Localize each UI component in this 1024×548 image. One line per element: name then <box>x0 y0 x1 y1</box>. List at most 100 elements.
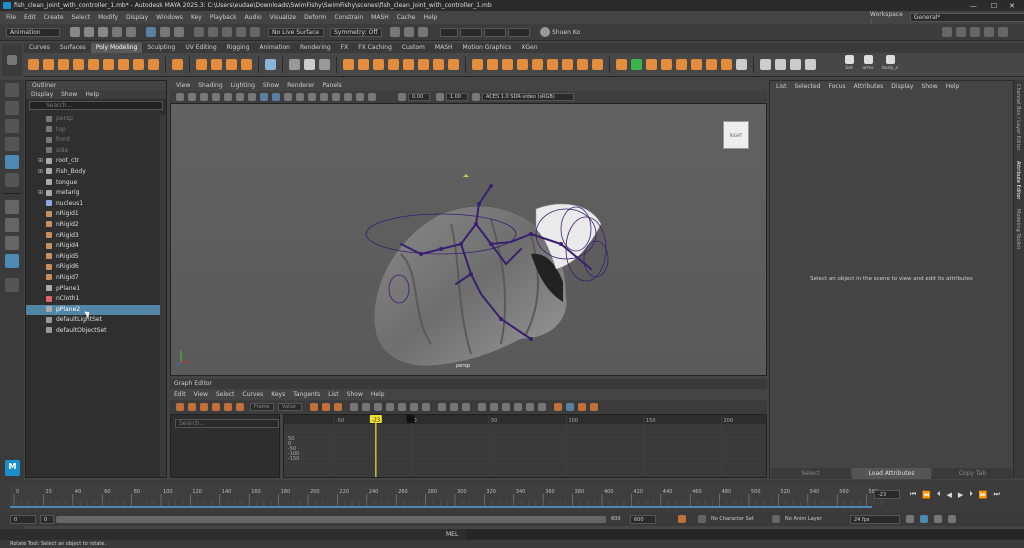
stacked-curves-icon[interactable] <box>566 403 574 411</box>
shelf-triangulate-icon[interactable] <box>592 59 603 70</box>
lasso-tool-icon[interactable] <box>5 101 19 115</box>
undo-icon[interactable] <box>112 27 122 37</box>
shelf-multi-cut-icon[interactable] <box>418 59 429 70</box>
shelf-fill-hole-icon[interactable] <box>388 59 399 70</box>
outliner-item-nrigid1[interactable]: nRigid1 <box>26 209 166 220</box>
time-editor-icon[interactable] <box>590 403 598 411</box>
shelf-boundary-icon[interactable] <box>676 59 687 70</box>
menu-mash[interactable]: MASH <box>371 14 389 21</box>
step-back-frame-icon[interactable]: ⏪ <box>922 491 931 499</box>
shelf-smooth-icon[interactable] <box>319 59 330 70</box>
shelf-crease-tool-icon[interactable] <box>790 59 801 70</box>
outliner-item-ncloth1[interactable]: nCloth1 <box>26 294 166 305</box>
menu-file[interactable]: File <box>6 14 16 21</box>
outliner-item-nrigid7[interactable]: nRigid7 <box>26 273 166 284</box>
shelf-mesh-tool-icon[interactable] <box>775 59 786 70</box>
shelf-uv-editor-icon[interactable] <box>265 59 276 70</box>
shelf-tab-custom[interactable]: Custom <box>397 43 430 53</box>
shelf-tab-motion-graphics[interactable]: Motion Graphics <box>458 43 517 53</box>
shelf-wedge-icon[interactable] <box>562 59 573 70</box>
graph-menu-view[interactable]: View <box>194 391 208 398</box>
user-avatar-icon[interactable] <box>540 27 550 37</box>
snap-point-icon[interactable] <box>222 27 232 37</box>
command-language[interactable]: MEL <box>446 531 458 538</box>
plateau-tangent-icon[interactable] <box>422 403 430 411</box>
outliner-item-side[interactable]: side <box>26 146 166 157</box>
outliner-item-nrigid5[interactable]: nRigid5 <box>26 252 166 263</box>
outliner-item-metarig[interactable]: ⊞ metarig <box>26 188 166 199</box>
shelf-arms-button[interactable]: arms <box>861 55 875 71</box>
image-plane-icon[interactable] <box>212 93 220 101</box>
outliner-item-fish_body[interactable]: ⊞ Fish_Body <box>26 167 166 178</box>
graph-menu-show[interactable]: Show <box>347 391 363 398</box>
smooth-shade-icon[interactable] <box>272 93 280 101</box>
exposure-field[interactable]: 0.00 <box>408 93 430 101</box>
minimize-icon[interactable]: — <box>970 2 977 10</box>
move-keys-icon[interactable] <box>176 403 184 411</box>
outliner-item-front[interactable]: front <box>26 135 166 146</box>
outliner-scrollbar[interactable] <box>160 115 166 477</box>
denormalize-icon[interactable] <box>538 403 546 411</box>
render-settings-icon[interactable] <box>418 27 428 37</box>
menu-visualize[interactable]: Visualize <box>270 14 296 21</box>
menu-display[interactable]: Display <box>126 14 148 21</box>
normalize-icon[interactable] <box>526 403 534 411</box>
shelf-platonic-icon[interactable] <box>133 59 144 70</box>
scale-tool-icon[interactable] <box>5 173 19 187</box>
status-field-1[interactable] <box>440 27 458 37</box>
spline-tangent-icon[interactable] <box>362 403 370 411</box>
shelf-retopo-icon[interactable] <box>646 59 657 70</box>
new-scene-icon[interactable] <box>70 27 80 37</box>
toggle-modeling-toolkit-icon[interactable] <box>956 27 966 37</box>
outliner-item-nrigid3[interactable]: nRigid3 <box>26 231 166 242</box>
ae-load-attributes-button[interactable]: Load Attributes <box>852 468 931 479</box>
user-name[interactable]: Shuen Ko <box>552 29 580 36</box>
viewport-menu-panels[interactable]: Panels <box>322 82 341 89</box>
channel-sync-icon[interactable] <box>578 403 586 411</box>
isolate-select-icon[interactable] <box>356 93 364 101</box>
outliner-search-input[interactable]: Search... <box>29 101 163 110</box>
graph-menu-help[interactable]: Help <box>371 391 385 398</box>
shelf-combine-icon[interactable] <box>289 59 300 70</box>
outliner-item-nrigid6[interactable]: nRigid6 <box>26 262 166 273</box>
dope-sheet-icon[interactable] <box>554 403 562 411</box>
xray-icon[interactable] <box>368 93 376 101</box>
ae-menu-selected[interactable]: Selected <box>795 83 821 90</box>
shelf-super-shape-icon[interactable] <box>196 59 207 70</box>
outliner-item-top[interactable]: top <box>26 125 166 136</box>
symmetry-dropdown[interactable]: Symmetry: Off <box>330 27 382 37</box>
graph-menu-keys[interactable]: Keys <box>271 391 285 398</box>
ae-menu-help[interactable]: Help <box>946 83 960 90</box>
shelf-plane-icon[interactable] <box>103 59 114 70</box>
curve-filter-icon[interactable] <box>514 403 522 411</box>
shelf-circularize-icon[interactable] <box>433 59 444 70</box>
exposure-icon[interactable] <box>398 93 406 101</box>
shelf-soften-icon[interactable] <box>721 59 732 70</box>
toggle-attribute-editor-icon[interactable] <box>970 27 980 37</box>
region-tool-icon[interactable] <box>212 403 220 411</box>
color-management-icon[interactable] <box>472 93 480 101</box>
snap-surface-icon[interactable] <box>250 27 260 37</box>
shelf-reduce-icon[interactable] <box>631 59 642 70</box>
shelf-torus-icon[interactable] <box>88 59 99 70</box>
shelf-separate-icon[interactable] <box>304 59 315 70</box>
graph-menu-list[interactable]: List <box>328 391 339 398</box>
shelf-hide-icon[interactable] <box>736 59 747 70</box>
buffer-curve-icon[interactable] <box>438 403 446 411</box>
pre-infinity-icon[interactable] <box>478 403 486 411</box>
outliner-menu-help[interactable]: Help <box>85 91 99 98</box>
textured-icon[interactable] <box>296 93 304 101</box>
preferences-icon[interactable] <box>948 515 956 523</box>
shelf-paint-tool-icon[interactable] <box>760 59 771 70</box>
rotate-tool-icon[interactable] <box>5 155 19 169</box>
select-object-icon[interactable] <box>160 27 170 37</box>
play-forwards-icon[interactable]: ▶ <box>958 491 963 499</box>
value-field[interactable]: Value <box>278 403 302 411</box>
viewport-3d[interactable]: RIGHT persp <box>170 103 767 376</box>
range-bar[interactable] <box>56 515 606 523</box>
shelf-type-icon[interactable] <box>172 59 183 70</box>
select-component-icon[interactable] <box>174 27 184 37</box>
shelf-svg-icon[interactable] <box>241 59 252 70</box>
outliner-layout-icon[interactable] <box>5 254 19 268</box>
graph-menu-edit[interactable]: Edit <box>174 391 186 398</box>
